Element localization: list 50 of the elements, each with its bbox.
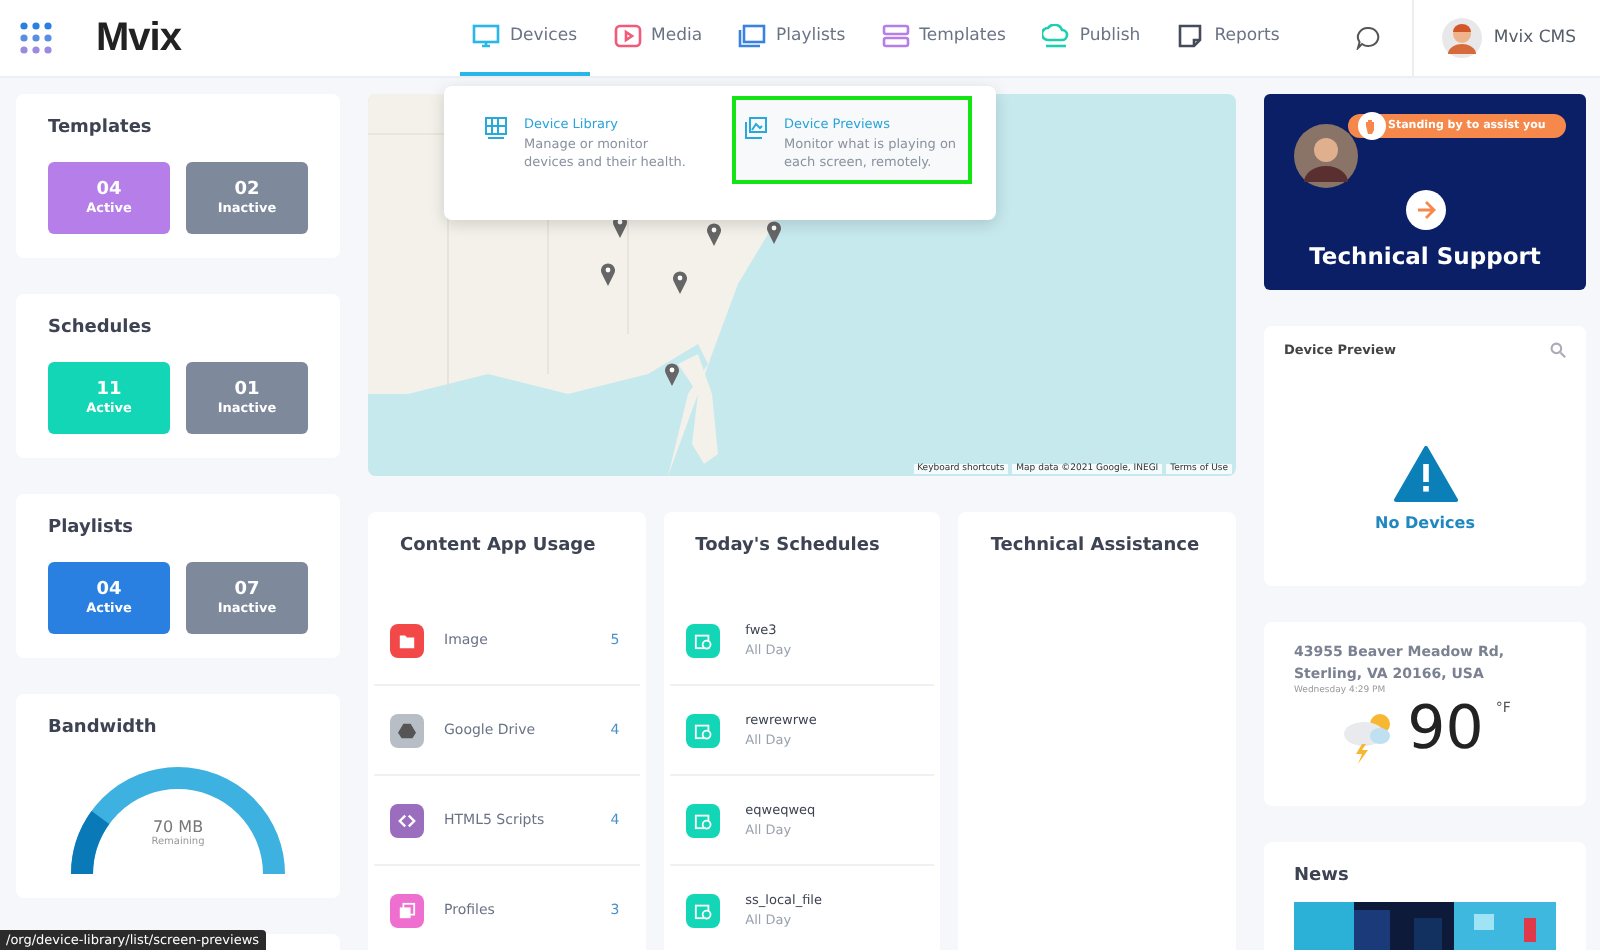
map-pin-icon[interactable] bbox=[706, 222, 722, 246]
nav-tab[interactable]: Devices bbox=[460, 0, 589, 76]
avatar[interactable] bbox=[1441, 18, 1482, 58]
card-title: Playlists bbox=[48, 518, 136, 538]
nav-tab[interactable]: Media bbox=[601, 0, 715, 76]
arrow-button[interactable] bbox=[1405, 190, 1445, 230]
card-title: Content App Usage bbox=[398, 536, 598, 556]
user-name[interactable]: Mvix CMS bbox=[1493, 28, 1576, 48]
layout-icon bbox=[881, 24, 910, 48]
arrow-right-icon bbox=[1415, 200, 1435, 220]
drive-icon bbox=[398, 721, 416, 739]
card-title: Schedules bbox=[48, 318, 154, 338]
images-icon bbox=[398, 901, 416, 919]
monitor-icon bbox=[472, 24, 500, 48]
images-icon bbox=[744, 116, 768, 140]
code-icon bbox=[398, 811, 416, 829]
apps-grid-icon[interactable] bbox=[20, 22, 52, 54]
card-title: Bandwidth bbox=[48, 718, 159, 738]
calendar-icon bbox=[685, 893, 720, 927]
card-title: News bbox=[1294, 866, 1351, 886]
banner-title: Technical Support bbox=[1309, 242, 1541, 270]
calendar-icon bbox=[685, 713, 720, 747]
cloud-icon bbox=[1041, 24, 1070, 48]
bandwidth-value: 70 MB bbox=[152, 818, 204, 836]
play-icon bbox=[613, 24, 641, 48]
folder-icon bbox=[398, 631, 416, 649]
map-pin-icon[interactable] bbox=[664, 362, 680, 386]
logo[interactable]: Mvix bbox=[96, 15, 181, 61]
thunderstorm-icon bbox=[1339, 708, 1396, 765]
playlist-icon bbox=[738, 24, 767, 48]
card-title: Templates bbox=[48, 118, 154, 138]
device-grid-icon bbox=[484, 116, 508, 140]
map-pin-icon[interactable] bbox=[600, 262, 616, 286]
chat-icon[interactable] bbox=[1355, 26, 1380, 50]
temperature: 90 bbox=[1407, 700, 1484, 761]
empty-state-text: No Devices bbox=[1375, 514, 1475, 532]
map-pin-icon[interactable] bbox=[766, 220, 782, 244]
support-agent-avatar bbox=[1294, 124, 1358, 188]
map-pin-icon[interactable] bbox=[672, 270, 688, 294]
card-title: Today's Schedules bbox=[693, 536, 882, 556]
card-title: Technical Assistance bbox=[990, 536, 1202, 556]
calendar-icon bbox=[685, 803, 720, 837]
nav-tab[interactable]: Playlists bbox=[726, 0, 858, 76]
document-icon bbox=[1176, 24, 1205, 48]
nav-tab[interactable]: Templates bbox=[869, 0, 1018, 76]
nav-tab[interactable]: Reports bbox=[1164, 0, 1292, 76]
hand-icon bbox=[1358, 112, 1386, 140]
nav-tab[interactable]: Publish bbox=[1029, 0, 1153, 76]
warning-icon bbox=[1393, 446, 1457, 502]
calendar-icon bbox=[685, 623, 720, 657]
